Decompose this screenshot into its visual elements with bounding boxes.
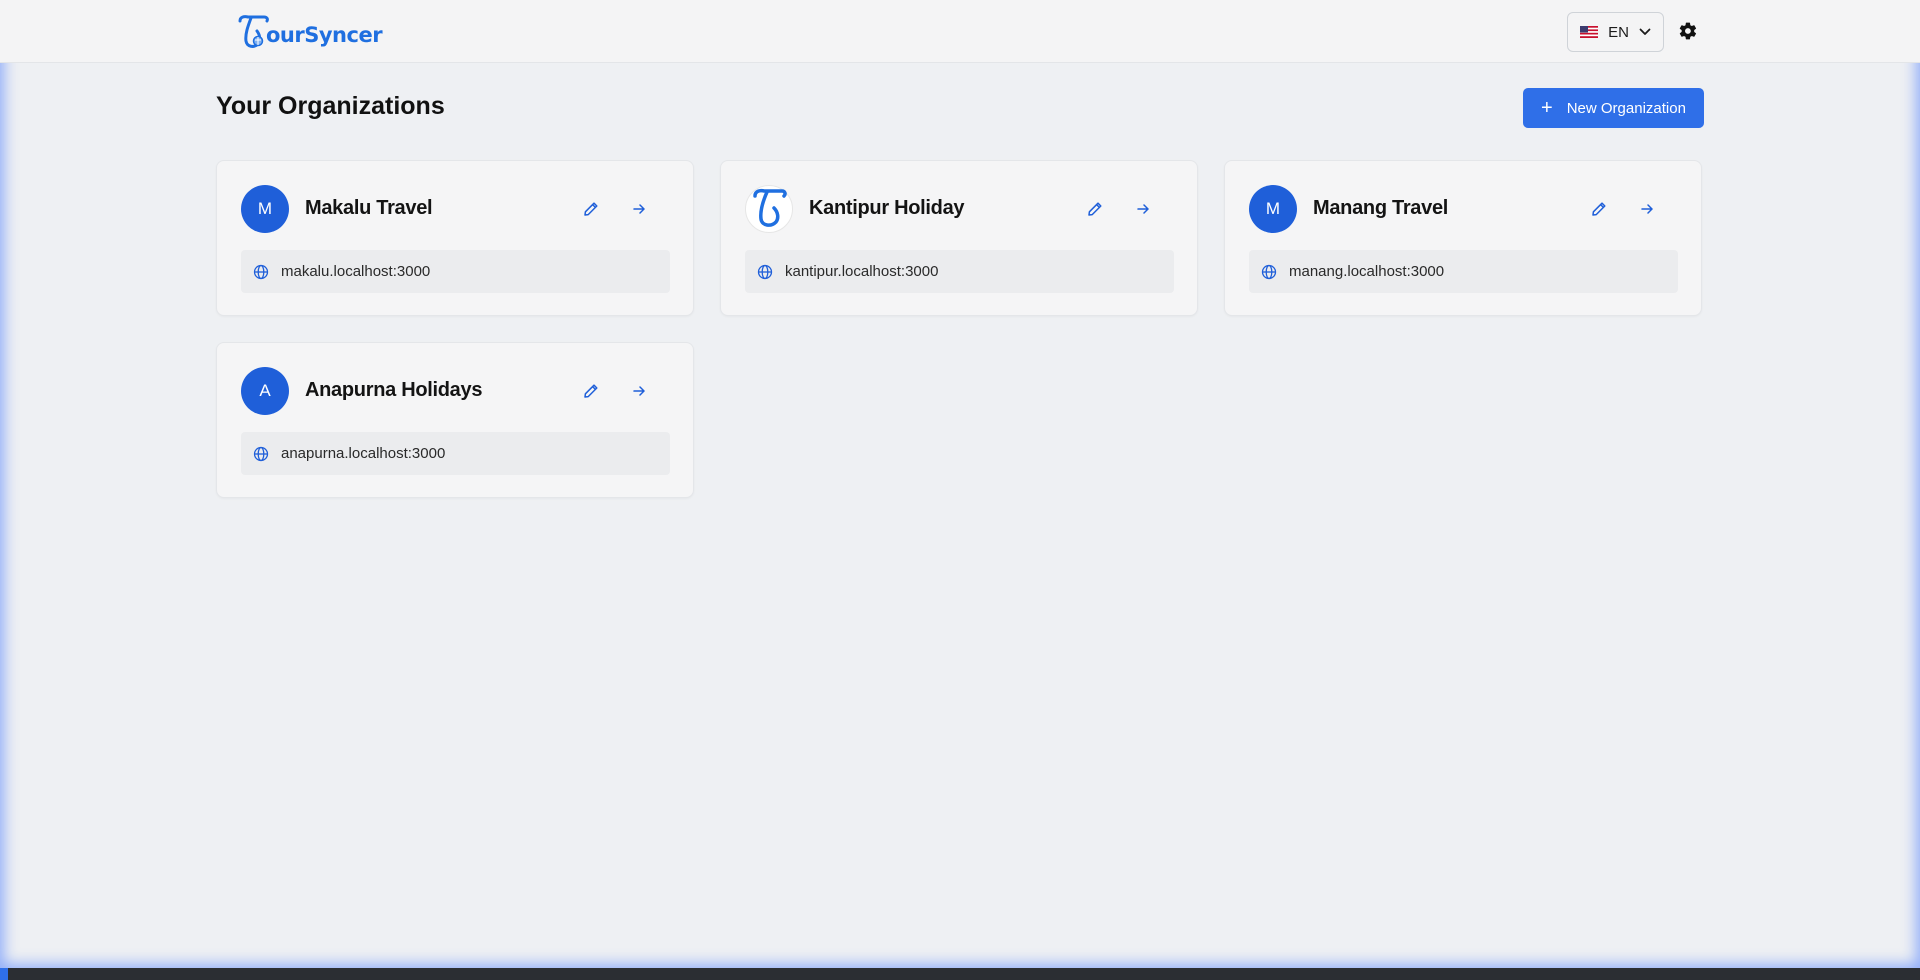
open-org-button[interactable] — [1131, 197, 1155, 221]
top-header: ourSyncer EN — [0, 0, 1920, 63]
org-name: Kantipur Holiday — [809, 197, 965, 219]
org-name: Manang Travel — [1313, 197, 1449, 219]
us-flag-icon — [1580, 26, 1599, 38]
org-domain: makalu.localhost:3000 — [281, 263, 431, 280]
language-selector[interactable]: EN — [1567, 12, 1664, 52]
edit-org-button[interactable] — [1587, 197, 1611, 221]
avatar-initial: M — [1265, 199, 1281, 218]
avatar-initial: A — [259, 381, 271, 400]
globe-icon — [1261, 264, 1277, 279]
page-title: Your Organizations — [216, 92, 445, 120]
toursyncer-logo[interactable]: ourSyncer — [236, 12, 383, 52]
globe-icon — [253, 264, 269, 279]
org-avatar: A — [241, 367, 289, 415]
arrow-right-icon — [633, 204, 645, 214]
globe-icon — [253, 446, 269, 461]
open-org-button[interactable] — [627, 197, 651, 221]
organization-card[interactable]: M Manang Travel manang.localhost:3000 — [1224, 160, 1702, 316]
new-organization-button[interactable]: + New Organization — [1523, 88, 1704, 128]
chevron-down-icon — [1639, 28, 1651, 35]
edit-org-button[interactable] — [579, 197, 603, 221]
org-logo-avatar — [745, 185, 793, 233]
open-org-button[interactable] — [627, 379, 651, 403]
app-window: ourSyncer EN Your Organizations + New Or… — [0, 0, 1920, 968]
org-name: Anapurna Holidays — [305, 379, 483, 401]
org-domain-row: makalu.localhost:3000 — [241, 250, 670, 293]
bottom-bar-accent — [0, 968, 8, 980]
edit-org-button[interactable] — [579, 379, 603, 403]
org-logo-icon — [753, 188, 787, 227]
open-org-button[interactable] — [1635, 197, 1659, 221]
logo-text: ourSyncer — [266, 23, 383, 47]
arrow-right-icon — [1137, 204, 1149, 214]
gear-icon[interactable] — [1678, 21, 1698, 41]
organization-card[interactable]: A Anapurna Holidays anapurna.localhost:3… — [216, 342, 694, 498]
plus-icon: + — [1541, 97, 1553, 119]
org-domain: manang.localhost:3000 — [1289, 263, 1445, 280]
arrow-right-icon — [633, 386, 645, 396]
org-avatar: M — [241, 185, 289, 233]
avatar-initial: M — [257, 199, 273, 218]
language-code: EN — [1608, 23, 1629, 41]
edit-org-button[interactable] — [1083, 197, 1107, 221]
pencil-icon — [1088, 202, 1102, 216]
organization-card[interactable]: M Makalu Travel makalu.localhost:3000 — [216, 160, 694, 316]
org-name: Makalu Travel — [305, 197, 433, 219]
globe-icon — [757, 264, 773, 279]
org-domain-row: manang.localhost:3000 — [1249, 250, 1678, 293]
org-domain: anapurna.localhost:3000 — [281, 445, 446, 462]
logo-t-icon — [238, 15, 269, 48]
org-domain-row: anapurna.localhost:3000 — [241, 432, 670, 475]
pencil-icon — [584, 202, 598, 216]
pencil-icon — [584, 384, 598, 398]
org-domain: kantipur.localhost:3000 — [785, 263, 939, 280]
new-organization-label: New Organization — [1566, 99, 1686, 117]
bottom-bar — [0, 968, 1920, 980]
organization-card[interactable]: Kantipur Holiday kantipur.localhost:3000 — [720, 160, 1198, 316]
arrow-right-icon — [1641, 204, 1653, 214]
org-avatar: M — [1249, 185, 1297, 233]
org-domain-row: kantipur.localhost:3000 — [745, 250, 1174, 293]
pencil-icon — [1592, 202, 1606, 216]
